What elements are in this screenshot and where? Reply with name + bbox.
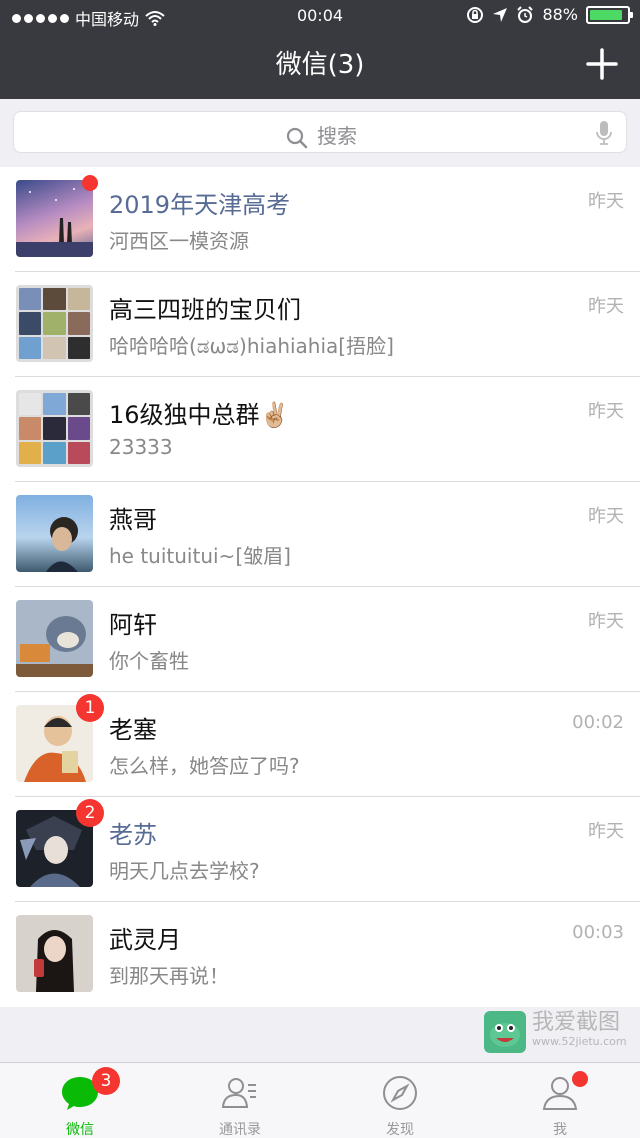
chat-name: 2019年天津高考: [109, 191, 291, 219]
rotation-lock-icon: [467, 6, 484, 23]
avatar: [16, 495, 93, 572]
chat-name: 老塞: [109, 716, 157, 744]
watermark: 我爱截图 www.52jietu.com: [484, 1011, 627, 1053]
search-bar-area: 搜索: [0, 99, 640, 167]
contacts-icon: [221, 1078, 256, 1108]
chat-time: 昨天: [588, 821, 624, 842]
tab-label: 微信: [66, 1122, 94, 1138]
tab-unread-dot: [572, 1071, 588, 1087]
unread-dot: [82, 175, 98, 191]
avatar: [16, 600, 93, 677]
chat-time: 昨天: [588, 611, 624, 632]
chat-name: 高三四班的宝贝们: [109, 296, 301, 324]
watermark-logo-icon: [484, 1011, 526, 1053]
plus-icon[interactable]: [584, 46, 620, 82]
watermark-url: www.52jietu.com: [532, 1035, 627, 1048]
status-bar: 中国移动 00:04 88%: [0, 0, 640, 32]
tab-unread-badge: 3: [92, 1067, 120, 1095]
chat-time: 昨天: [588, 401, 624, 422]
chat-row-a-xuan[interactable]: 阿轩 你个畜牲 昨天: [0, 587, 640, 692]
tab-chats[interactable]: 3 微信: [0, 1063, 160, 1138]
avatar: [16, 180, 93, 257]
tab-label: 通讯录: [219, 1122, 261, 1138]
chat-message: 怎么样，她答应了吗?: [109, 754, 300, 778]
chat-row-tianjin-gaokao[interactable]: 2019年天津高考 河西区一模资源 昨天: [0, 167, 640, 272]
search-input[interactable]: 搜索: [13, 111, 627, 153]
chat-message: 明天几点去学校?: [109, 859, 260, 883]
tab-label: 发现: [386, 1122, 414, 1138]
chat-time: 00:03: [572, 922, 624, 943]
tab-label: 我: [553, 1122, 567, 1138]
chat-row-16ji-group[interactable]: 16级独中总群✌🏼 23333 昨天: [0, 377, 640, 482]
tab-bar: 3 微信 通讯录 发现 我: [0, 1062, 640, 1138]
chat-message: 23333: [109, 435, 173, 459]
unread-badge: 2: [76, 799, 104, 827]
alarm-clock-icon: [517, 5, 534, 23]
chat-message: 河西区一模资源: [109, 229, 249, 253]
unread-badge: 1: [76, 694, 104, 722]
chat-time: 00:02: [572, 712, 624, 733]
chat-name: 老苏: [109, 821, 157, 849]
chat-name: 16级独中总群✌🏼: [109, 401, 290, 429]
chat-row-gaosan-sibang[interactable]: 高三四班的宝贝们 哈哈哈哈(ಡωಡ)hiahiahia[捂脸] 昨天: [0, 272, 640, 377]
chat-message: he tuituitui~[皱眉]: [109, 544, 291, 568]
chat-row-wu-lingyue[interactable]: 武灵月 到那天再说！ 00:03: [0, 902, 640, 1007]
chat-message: 你个畜牲: [109, 649, 189, 673]
search-icon: [286, 127, 308, 148]
watermark-title: 我爱截图: [532, 1010, 621, 1035]
chat-message: 到那天再说！: [109, 964, 229, 988]
chat-list: 2019年天津高考 河西区一模资源 昨天 高三四班的宝贝们 哈哈哈哈(ಡωಡ)h…: [0, 167, 640, 1007]
avatar: [16, 915, 93, 992]
battery-icon: [586, 5, 633, 24]
page-title: 微信(3): [275, 50, 365, 80]
chat-time: 昨天: [588, 506, 624, 527]
search-placeholder: 搜索: [317, 124, 357, 148]
chat-row-yan-ge[interactable]: 燕哥 he tuituitui~[皱眉] 昨天: [0, 482, 640, 587]
microphone-icon[interactable]: [594, 120, 614, 146]
compass-icon: [383, 1076, 417, 1110]
chat-name: 阿轩: [109, 611, 157, 639]
group-avatar: [16, 285, 93, 362]
battery-percent: 88%: [542, 5, 578, 24]
chat-time: 昨天: [588, 296, 624, 317]
chat-message: 哈哈哈哈(ಡωಡ)hiahiahia[捂脸]: [109, 334, 394, 358]
group-avatar: [16, 390, 93, 467]
location-arrow-icon: [493, 7, 508, 22]
chat-row-lao-su[interactable]: 2 老苏 明天几点去学校? 昨天: [0, 797, 640, 902]
navigation-header: 中国移动 00:04 88% 微信(3): [0, 0, 640, 99]
chat-row-lao-sai[interactable]: 1 老塞 怎么样，她答应了吗? 00:02: [0, 692, 640, 797]
chat-name: 燕哥: [109, 506, 157, 534]
chat-time: 昨天: [588, 191, 624, 212]
tab-contacts[interactable]: 通讯录: [160, 1063, 320, 1138]
chat-name: 武灵月: [109, 926, 181, 954]
tab-discover[interactable]: 发现: [320, 1063, 480, 1138]
tab-me[interactable]: 我: [480, 1063, 640, 1138]
